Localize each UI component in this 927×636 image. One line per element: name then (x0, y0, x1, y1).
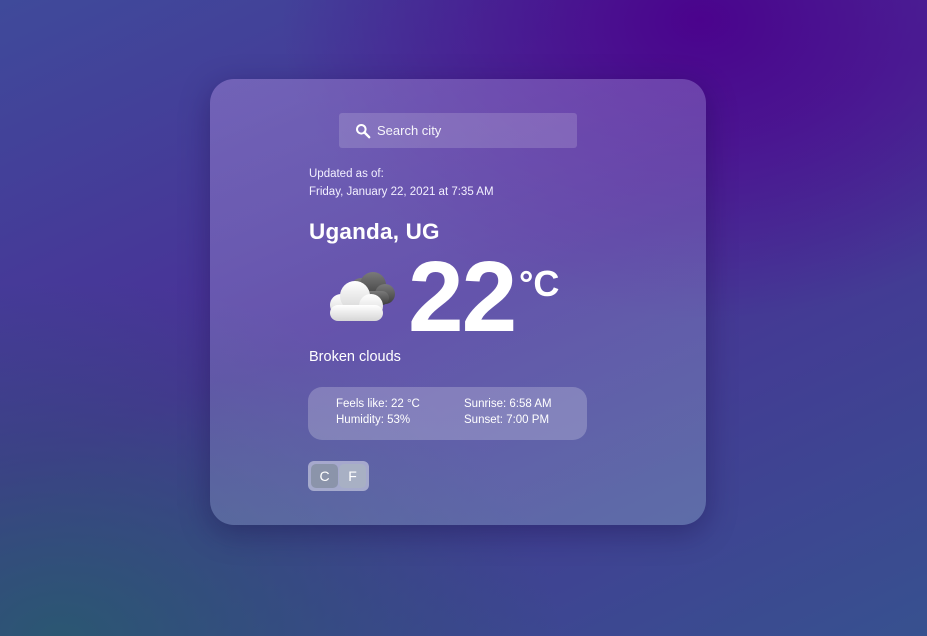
sunrise: Sunrise: 6:58 AM (464, 398, 552, 410)
updated-label: Updated as of: (309, 168, 384, 180)
search-box[interactable] (339, 113, 577, 148)
feels-like: Feels like: 22 °C (336, 398, 420, 410)
temperature-value: 22 (408, 241, 517, 353)
celsius-button[interactable]: C (311, 464, 338, 488)
weather-card: Updated as of: Friday, January 22, 2021 … (210, 79, 706, 525)
sunset: Sunset: 7:00 PM (464, 414, 550, 426)
broken-clouds-icon (330, 272, 395, 321)
unit-toggle: C F (308, 461, 369, 491)
search-input[interactable] (377, 113, 567, 148)
weather-details-panel: Feels like: 22 °C Humidity: 53% Sunrise:… (308, 387, 587, 440)
updated-datetime: Friday, January 22, 2021 at 7:35 AM (309, 186, 494, 198)
humidity: Humidity: 53% (336, 414, 411, 426)
search-icon (356, 124, 371, 139)
weather-condition: Broken clouds (309, 349, 401, 365)
temperature-unit: °C (519, 263, 560, 304)
fahrenheit-button[interactable]: F (339, 464, 366, 488)
